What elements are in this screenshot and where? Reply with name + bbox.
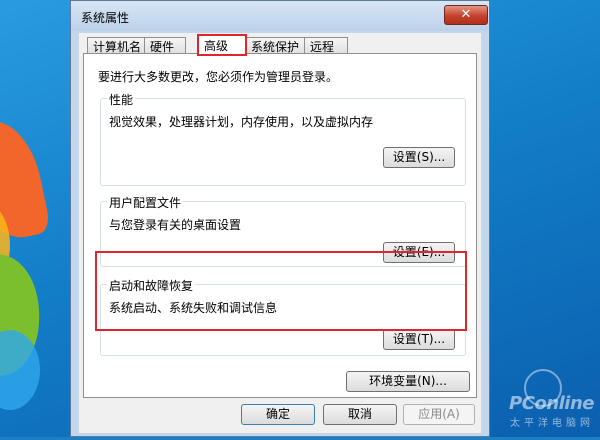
performance-description: 视觉效果，处理器计划，内存使用，以及虚拟内存 [109,115,374,129]
apply-button[interactable]: 应用(A) [403,404,475,425]
user-profiles-title: 用户配置文件 [107,194,184,211]
admin-notice: 要进行大多数更改，您必须作为管理员登录。 [98,70,339,84]
dialog-client-area: 计算机名 硬件 高级 系统保护 远程 要进行大多数更改，您必须作为管理员登录。 … [79,33,481,433]
environment-variables-button[interactable]: 环境变量(N)... [346,371,470,392]
advanced-tab-panel: 要进行大多数更改，您必须作为管理员登录。 性能 视觉效果，处理器计划，内存使用，… [83,53,477,398]
user-profiles-settings-button[interactable]: 设置(E)... [383,242,455,263]
startup-recovery-settings-button[interactable]: 设置(T)... [383,329,455,350]
windows-logo-orb [0,80,80,440]
cancel-button[interactable]: 取消 [323,404,397,425]
close-icon: ✕ [460,7,472,22]
performance-group: 性能 视觉效果，处理器计划，内存使用，以及虚拟内存 设置(S)... [100,91,466,186]
user-profiles-description: 与您登录有关的桌面设置 [109,218,242,232]
user-profiles-group: 用户配置文件 与您登录有关的桌面设置 设置(E)... [100,194,466,267]
startup-recovery-title: 启动和故障恢复 [107,277,196,294]
performance-title: 性能 [107,91,136,108]
watermark: PConline 太平洋电脑网 [509,369,594,429]
system-properties-window: 系统属性 ✕ 计算机名 硬件 高级 系统保护 远程 要进行大多数更改，您必须作为… [70,0,490,437]
close-button[interactable]: ✕ [444,5,488,25]
startup-recovery-group: 启动和故障恢复 系统启动、系统失败和调试信息 设置(T)... [100,277,466,356]
watermark-ring-icon [524,369,562,407]
title-bar[interactable]: 系统属性 ✕ [71,1,489,31]
window-title: 系统属性 [81,11,130,25]
startup-recovery-description: 系统启动、系统失败和调试信息 [109,301,278,315]
watermark-tagline: 太平洋电脑网 [510,418,594,429]
performance-settings-button[interactable]: 设置(S)... [383,147,455,168]
ok-button[interactable]: 确定 [241,404,315,425]
tab-advanced[interactable]: 高级 [197,34,247,56]
